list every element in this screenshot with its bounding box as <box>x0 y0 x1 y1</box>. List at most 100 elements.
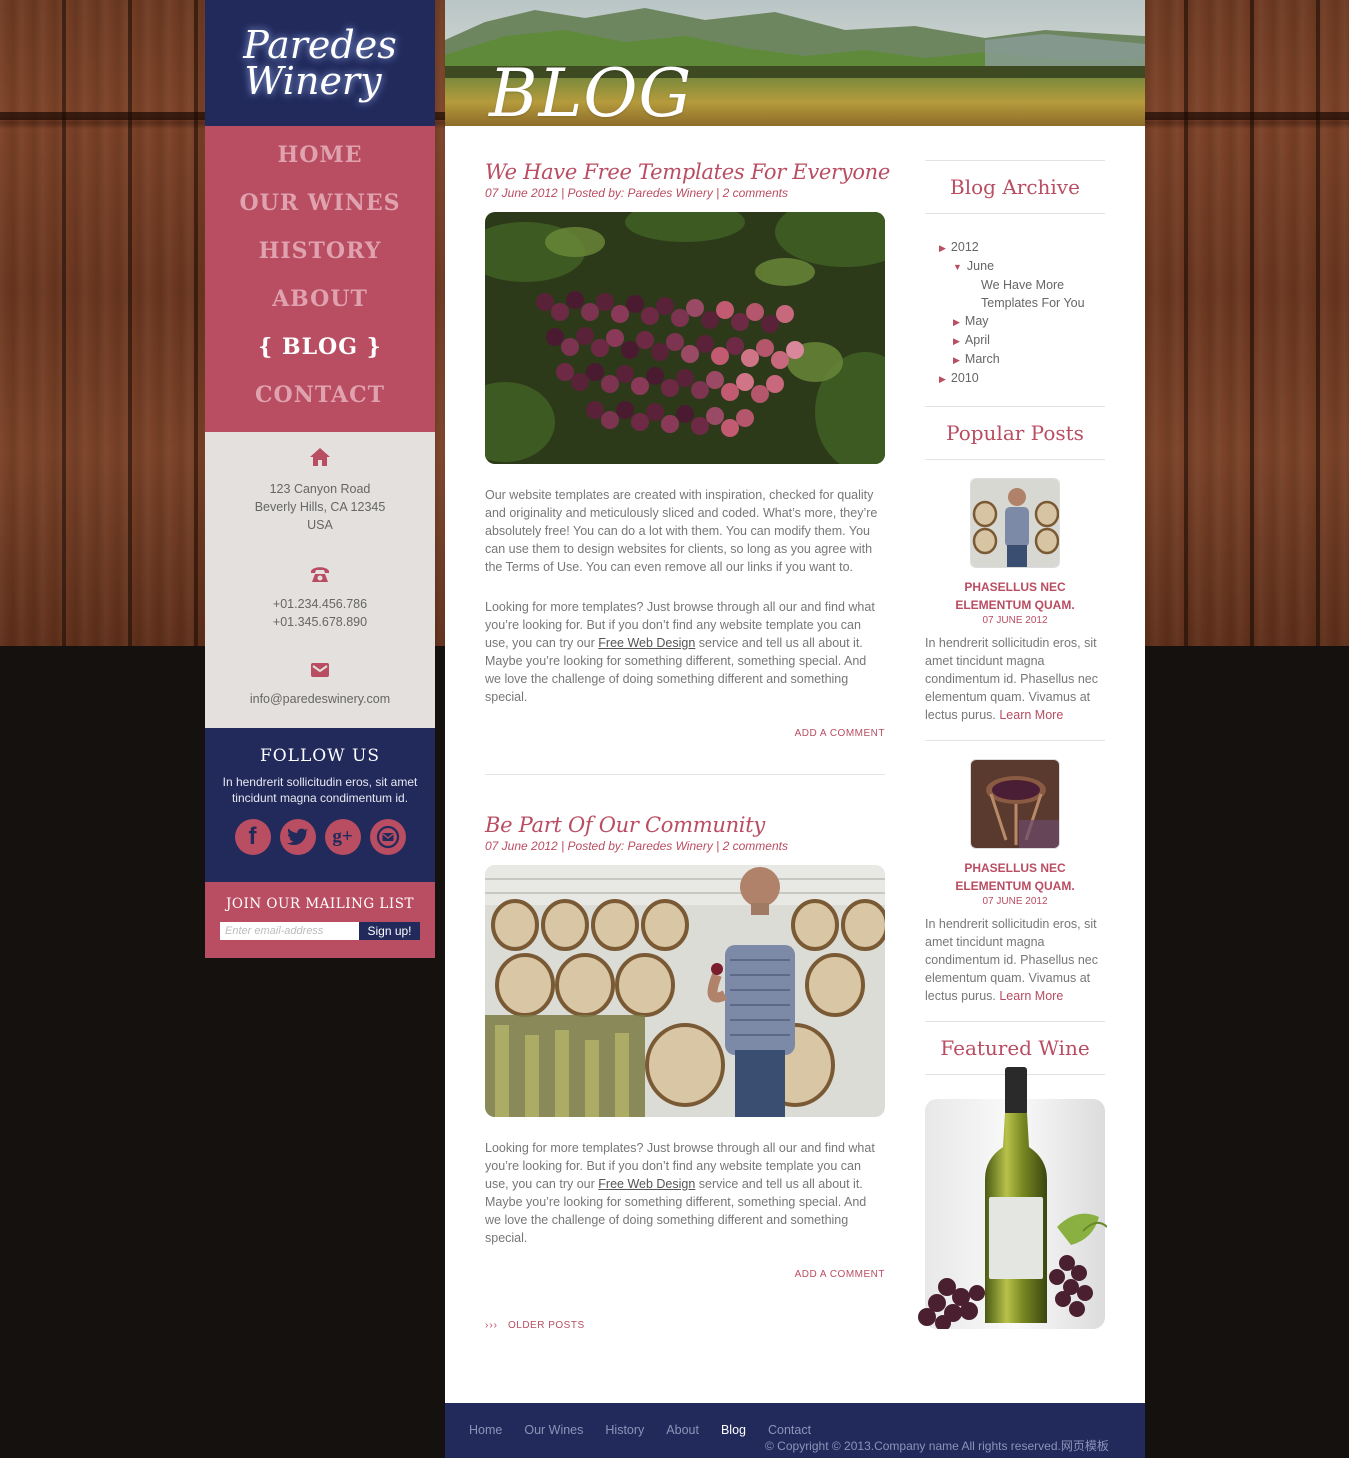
left-sidebar: Paredes Winery HOME OUR WINES HISTORY AB… <box>205 0 435 958</box>
nav-contact[interactable]: CONTACT <box>205 377 435 425</box>
google-plus-icon[interactable]: g+ <box>324 819 361 855</box>
free-web-design-link[interactable]: Free Web Design <box>598 636 695 650</box>
archive-month-march[interactable]: ▶ March <box>939 350 1105 369</box>
home-icon <box>310 448 330 466</box>
post-title[interactable]: Be Part Of Our Community <box>485 811 885 839</box>
archive-post-link[interactable]: We Have More <box>939 276 1105 294</box>
popular-post-excerpt: In hendrerit sollicitudin eros, sit amet… <box>925 915 1105 1021</box>
post-paragraph: Our website templates are created with i… <box>485 488 878 574</box>
post-paragraph: Looking for more templates? Just browse … <box>485 1139 885 1247</box>
post-image-grapes <box>485 212 885 464</box>
learn-more-link[interactable]: Learn More <box>999 989 1063 1003</box>
phone-2: +01.345.678.890 <box>272 615 368 629</box>
popular-post-thumbnail[interactable] <box>970 759 1060 849</box>
posts-list: We Have Free Templates For Everyone 07 J… <box>485 158 890 1331</box>
add-comment-link[interactable]: ADD A COMMENT <box>485 1269 885 1280</box>
address-line-1: 123 Canyon Road <box>269 482 371 496</box>
featured-wine-image[interactable] <box>907 1067 1107 1357</box>
archive-year-2010[interactable]: ▶ 2010 <box>939 369 1105 388</box>
popular-post-title[interactable]: PHASELLUS NEC ELEMENTUM QUAM. <box>925 859 1105 895</box>
archive-label: 2010 <box>950 371 979 385</box>
archive-label: May <box>964 314 989 328</box>
nav-our-wines[interactable]: OUR WINES <box>205 185 435 233</box>
chevron-right-icon: ››› <box>485 1320 498 1331</box>
archive-label: 2012 <box>950 240 979 254</box>
follow-us: FOLLOW US In hendrerit sollicitudin eros… <box>205 728 435 882</box>
archive-post-link[interactable]: Templates For You <box>939 294 1105 312</box>
follow-text: In hendrerit sollicitudin eros, sit amet… <box>222 775 418 805</box>
popular-post-thumbnail[interactable] <box>970 478 1060 568</box>
popular-post-excerpt: In hendrerit sollicitudin eros, sit amet… <box>925 634 1105 740</box>
archive-month-june[interactable]: ▼ June <box>939 257 1105 276</box>
facebook-icon[interactable]: f <box>234 819 271 855</box>
logo-line-2: Winery <box>244 59 382 103</box>
archive-month-april[interactable]: ▶ April <box>939 331 1105 350</box>
banner: BLOG <box>445 0 1145 126</box>
triangle-down-icon: ▼ <box>953 262 962 272</box>
archive-label: March <box>964 352 1000 366</box>
contact-email[interactable]: info@paredeswinery.com <box>205 690 435 708</box>
footer-nav: Home Our Wines History About Blog Contac… <box>469 1423 811 1437</box>
twitter-icon[interactable] <box>279 819 316 855</box>
logo-line-1: Paredes <box>243 23 397 67</box>
post-paragraph-2: Looking for more templates? Just browse … <box>485 598 885 706</box>
mailing-list: JOIN OUR MAILING LIST Sign up! <box>205 882 435 958</box>
triangle-right-icon: ▶ <box>939 243 946 253</box>
main-content: BLOG We Have Free Templates For Everyone… <box>445 0 1145 1403</box>
blog-post: Be Part Of Our Community 07 June 2012 | … <box>485 811 885 1280</box>
nav-about[interactable]: ABOUT <box>205 281 435 329</box>
footer-link-home[interactable]: Home <box>469 1423 502 1437</box>
main-nav: HOME OUR WINES HISTORY ABOUT { BLOG } CO… <box>205 126 435 432</box>
footer-link-history[interactable]: History <box>605 1423 644 1437</box>
post-meta: 07 June 2012 | Posted by: Paredes Winery… <box>485 186 788 200</box>
triangle-right-icon: ▶ <box>939 374 946 384</box>
archive-month-may[interactable]: ▶ May <box>939 312 1105 331</box>
page-title: BLOG <box>489 55 693 127</box>
older-posts-link[interactable]: ››› OLDER POSTS <box>485 1320 885 1331</box>
nav-home[interactable]: HOME <box>205 137 435 185</box>
popular-posts-title: Popular Posts <box>925 407 1105 460</box>
mailing-form: Sign up! <box>205 922 435 940</box>
learn-more-link[interactable]: Learn More <box>999 708 1063 722</box>
envelope-icon <box>311 663 329 677</box>
popular-post-date: 07 JUNE 2012 <box>982 896 1048 907</box>
archive-label: April <box>964 333 990 347</box>
popular-post-title[interactable]: PHASELLUS NEC ELEMENTUM QUAM. <box>925 578 1105 614</box>
blog-archive-tree: ▶ 2012 ▼ June We Have More Templates For Y… <box>925 214 1105 406</box>
add-comment-link[interactable]: ADD A COMMENT <box>485 728 885 739</box>
copyright: © Copyright © 2013.Company name All righ… <box>765 1439 1109 1453</box>
address-line-3: USA <box>307 518 333 532</box>
right-sidebar: Blog Archive ▶ 2012 ▼ June We Have More Te… <box>918 160 1107 1357</box>
address-line-2: Beverly Hills, CA 12345 <box>254 500 386 514</box>
nav-blog[interactable]: { BLOG } <box>205 329 435 377</box>
social-links: f g+ <box>205 819 435 855</box>
nav-history[interactable]: HISTORY <box>205 233 435 281</box>
post-image-winemaker <box>485 865 885 1117</box>
contact-info: 123 Canyon Road Beverly Hills, CA 12345 … <box>205 432 435 728</box>
logo[interactable]: Paredes Winery <box>205 0 435 126</box>
phone-icon <box>311 567 329 582</box>
footer-link-about[interactable]: About <box>666 1423 699 1437</box>
follow-title: FOLLOW US <box>259 746 381 766</box>
popular-post: PHASELLUS NEC ELEMENTUM QUAM. 07 JUNE 20… <box>925 740 1105 1021</box>
mail-icon[interactable] <box>369 819 406 855</box>
popular-post-date: 07 JUNE 2012 <box>982 615 1048 626</box>
footer-link-our-wines[interactable]: Our Wines <box>524 1423 583 1437</box>
triangle-right-icon: ▶ <box>953 317 960 327</box>
archive-year-2012[interactable]: ▶ 2012 <box>939 238 1105 257</box>
archive-title: Blog Archive <box>925 161 1105 214</box>
archive-label: June <box>966 259 995 273</box>
free-web-design-link[interactable]: Free Web Design <box>598 1177 695 1191</box>
signup-button[interactable]: Sign up! <box>359 922 420 940</box>
phone-1: +01.234.456.786 <box>272 597 368 611</box>
post-meta: 07 June 2012 | Posted by: Paredes Winery… <box>485 839 788 853</box>
triangle-right-icon: ▶ <box>953 355 960 365</box>
email-input[interactable] <box>220 922 359 940</box>
popular-post: PHASELLUS NEC ELEMENTUM QUAM. 07 JUNE 20… <box>925 460 1105 740</box>
footer-link-blog[interactable]: Blog <box>721 1423 746 1437</box>
triangle-right-icon: ▶ <box>953 336 960 346</box>
post-title[interactable]: We Have Free Templates For Everyone <box>485 158 890 186</box>
older-posts-label: OLDER POSTS <box>508 1320 585 1331</box>
footer: Home Our Wines History About Blog Contac… <box>445 1403 1145 1458</box>
footer-link-contact[interactable]: Contact <box>768 1423 811 1437</box>
